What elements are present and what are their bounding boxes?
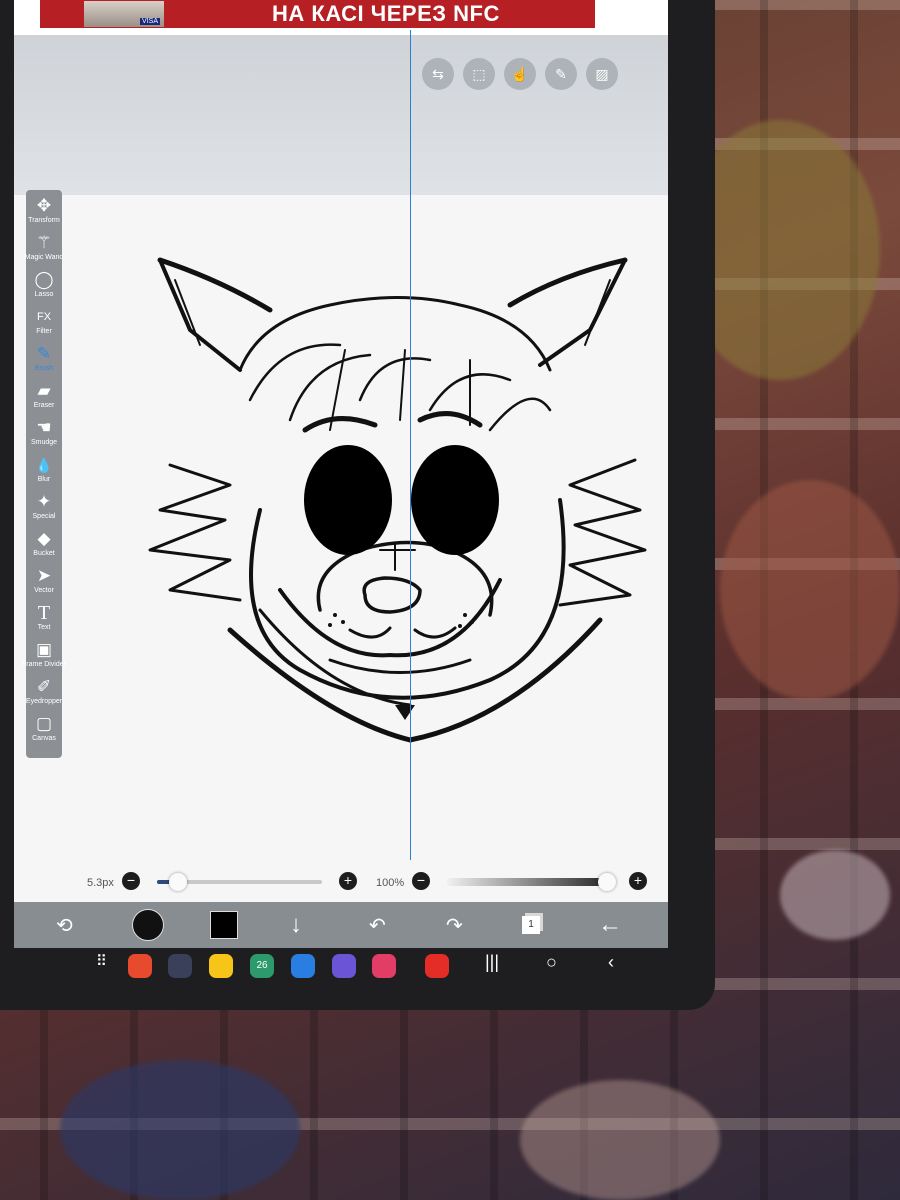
tool-filter[interactable]: FX Filter xyxy=(26,307,62,344)
ad-text: НА КАСІ ЧЕРЕЗ NFC xyxy=(272,1,500,26)
back-arrow-icon[interactable]: ← xyxy=(598,908,622,942)
tool-label: Text xyxy=(37,624,51,631)
droplet-icon: 💧 xyxy=(35,457,53,473)
opacity-minus-button[interactable]: − xyxy=(412,872,430,890)
bottom-toolbar: ⟲ ↓ ↶ ↷ 1 ← xyxy=(14,902,668,948)
opacity-slider[interactable] xyxy=(447,873,616,891)
move-arrows-icon: ✥ xyxy=(36,196,52,215)
brush-preview-icon xyxy=(132,909,164,941)
tool-label: Special xyxy=(32,513,56,520)
tool-smudge[interactable]: ☚ Smudge xyxy=(26,418,62,455)
frame-divider-icon: ▣ xyxy=(35,640,53,659)
undo-icon[interactable]: ↶ xyxy=(369,908,386,942)
app-drawer-icon[interactable]: ⠿ xyxy=(96,952,107,970)
tool-label: Lasso xyxy=(34,291,54,298)
tool-label: Blur xyxy=(37,476,51,483)
tool-magic-wand[interactable]: ⚚ Magic Wand xyxy=(24,233,64,270)
messages-app-icon[interactable] xyxy=(291,954,315,978)
smudge-finger-icon: ☚ xyxy=(36,418,52,437)
brush-size-plus-button[interactable]: + xyxy=(339,872,357,890)
recent-apps-icon[interactable]: ||| xyxy=(485,952,499,973)
tool-transform[interactable]: ✥ Transform xyxy=(26,196,62,233)
top-quick-toolbar: ⇆ ⬚ ☝ ✎ ▨ xyxy=(422,58,618,90)
system-back-icon[interactable]: ‹ xyxy=(608,952,614,973)
tool-label: Vector xyxy=(34,587,54,594)
tool-frame-divider[interactable]: ▣ Frame Divider xyxy=(22,640,66,677)
home-icon[interactable]: ○ xyxy=(546,952,557,973)
tool-label: Smudge xyxy=(30,439,58,446)
image-icon[interactable]: ▨ xyxy=(586,58,618,90)
eyedropper-icon: ✐ xyxy=(36,677,52,696)
pen-icon[interactable]: ✎ xyxy=(545,58,577,90)
brush-size-minus-button[interactable]: − xyxy=(122,872,140,890)
tool-eyedropper[interactable]: ✐ Eyedropper xyxy=(26,677,62,714)
layers-button[interactable]: 1 xyxy=(522,908,540,942)
tool-brush[interactable]: ✎ Brush xyxy=(26,344,62,381)
redo-icon[interactable]: ↷ xyxy=(446,908,463,942)
tool-blur[interactable]: 💧 Blur xyxy=(26,455,62,492)
eraser-icon: ▰ xyxy=(37,381,51,400)
tool-canvas[interactable]: ▢ Canvas xyxy=(26,714,62,751)
opacity-value: 100% xyxy=(376,877,405,889)
calendar-app-icon[interactable]: 26 xyxy=(250,954,274,978)
tool-label: Transform xyxy=(28,217,60,224)
tool-label: Magic Wand xyxy=(24,254,64,261)
fx-icon: FX xyxy=(36,311,52,323)
opacity-knob[interactable] xyxy=(598,873,616,891)
color-picker-button[interactable] xyxy=(210,908,238,942)
toggle-icon[interactable]: ⇆ xyxy=(422,58,454,90)
brush-preview-button[interactable] xyxy=(132,908,164,942)
tool-label: Canvas xyxy=(32,735,56,742)
gesture-icon[interactable]: ☝ xyxy=(504,58,536,90)
tool-label: Bucket xyxy=(33,550,55,557)
brush-icon: ✎ xyxy=(36,344,52,363)
tool-text[interactable]: T Text xyxy=(26,603,62,640)
tool-label: Frame Divider xyxy=(22,661,66,668)
opacity-plus-button[interactable]: + xyxy=(629,872,647,890)
brush-size-value: 5.3px xyxy=(87,877,114,889)
brush-settings-bar: 5.3px − + 100% − + xyxy=(14,860,668,902)
notes-app-icon[interactable] xyxy=(209,954,233,978)
tool-eraser[interactable]: ▰ Eraser xyxy=(26,381,62,418)
ad-banner[interactable]: VISA НА КАСІ ЧЕРЕЗ NFC xyxy=(40,0,595,28)
flipboard-app-icon[interactable] xyxy=(128,954,152,978)
tool-label: Brush xyxy=(34,365,54,372)
tool-lasso[interactable]: ◯ Lasso xyxy=(26,270,62,307)
system-navigation-bar: ⠿ 26 ||| ○ ‹ xyxy=(14,948,668,986)
tool-special[interactable]: ✦ Special xyxy=(26,492,62,529)
ad-card-label: VISA xyxy=(140,18,160,25)
brush-size-slider[interactable] xyxy=(157,873,322,891)
tool-label: Eraser xyxy=(33,402,55,409)
lasso-icon: ◯ xyxy=(34,270,54,289)
browser-app-icon[interactable] xyxy=(332,954,356,978)
layer-count: 1 xyxy=(522,916,540,934)
magic-wand-icon: ⚚ xyxy=(36,233,52,252)
download-arrow-icon[interactable]: ↓ xyxy=(290,908,302,942)
tool-label: Eyedropper xyxy=(25,698,63,705)
bucket-icon: ◆ xyxy=(37,529,51,548)
tool-sidebar: ✥ Transform ⚚ Magic Wand ◯ Lasso FX Filt… xyxy=(22,190,66,758)
tool-vector[interactable]: ➤ Vector xyxy=(26,566,62,603)
brush-size-knob[interactable] xyxy=(168,873,187,891)
youtube-app-icon[interactable] xyxy=(425,954,449,978)
canvas-icon: ▢ xyxy=(35,714,53,733)
selection-icon[interactable]: ⬚ xyxy=(463,58,495,90)
tool-bucket[interactable]: ◆ Bucket xyxy=(26,529,62,566)
current-color-swatch xyxy=(210,911,238,939)
cat-face-drawing xyxy=(148,257,647,743)
text-icon: T xyxy=(37,602,51,624)
camera-app-icon[interactable] xyxy=(372,954,396,978)
sparkle-wand-icon: ✦ xyxy=(36,492,52,511)
app-folder-icon[interactable] xyxy=(168,954,192,978)
ad-image: VISA xyxy=(84,1,164,27)
cursor-arrow-icon: ➤ xyxy=(36,566,52,585)
tool-label: Filter xyxy=(36,328,52,335)
symmetry-guide-line[interactable] xyxy=(410,30,411,935)
rotate-arrows-icon[interactable]: ⟲ xyxy=(56,908,73,942)
